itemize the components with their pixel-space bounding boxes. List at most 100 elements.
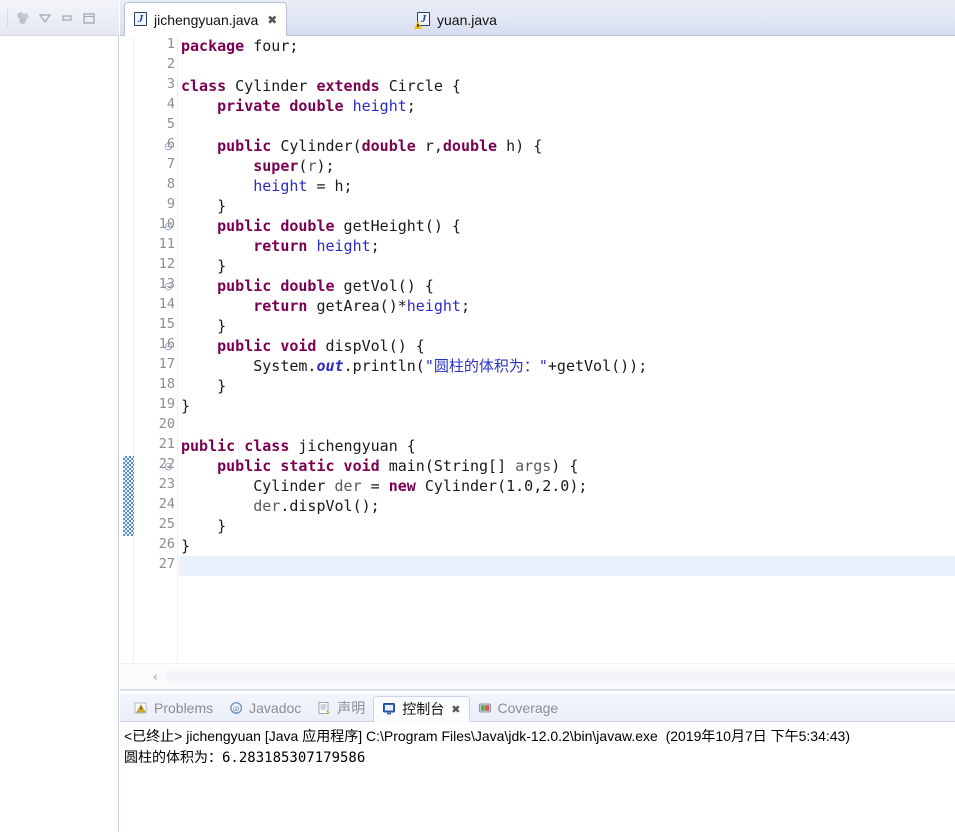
maximize-icon[interactable] (79, 8, 99, 28)
view-menu-icon[interactable] (35, 8, 55, 28)
console-tab-1[interactable]: @ Javadoc (221, 696, 309, 720)
code-line[interactable]: class Cylinder extends Circle { (179, 76, 955, 96)
code-token: Cylinder (226, 77, 317, 95)
code-line[interactable] (179, 556, 955, 576)
line-number: 21 (158, 436, 175, 452)
code-line[interactable]: } (179, 316, 955, 336)
editor-tab-yuan[interactable]: J yuan.java (408, 3, 506, 36)
fold-toggle-icon[interactable]: ⊝ (163, 276, 174, 296)
code-token: } (181, 197, 227, 215)
editor-tab-jichengyuan[interactable]: J jichengyuan.java ✖ (124, 2, 288, 37)
code-token: super (253, 157, 299, 175)
code-token: public static void (217, 457, 380, 475)
editor-sash[interactable] (120, 689, 955, 691)
eclipse-ide-window: J jichengyuan.java ✖ J yuan.java 1234567… (0, 0, 955, 832)
editor-horizontal-scrollbar[interactable]: ‹ (120, 663, 955, 690)
console-tab-label: Problems (154, 699, 214, 716)
code-token: Cylinder (181, 477, 335, 495)
code-token: ; (406, 97, 416, 115)
editor-tab-label: yuan.java (437, 11, 497, 28)
editor-tab-close-icon[interactable]: ✖ (267, 14, 277, 26)
package-explorer-tree[interactable] (0, 36, 118, 832)
code-token: out (316, 357, 344, 375)
console-tab-close-icon[interactable]: ✖ (451, 703, 460, 716)
code-line[interactable] (179, 116, 955, 136)
line-number: 2 (166, 56, 175, 72)
code-token: package (181, 37, 245, 55)
code-token: public class (181, 437, 290, 455)
coverage-icon (478, 701, 493, 715)
code-line[interactable]: System.out.println("圆柱的体积为："+getVol()); (179, 356, 955, 376)
scroll-left-arrow-icon[interactable]: ‹ (120, 664, 166, 691)
code-token: = h; (307, 177, 353, 195)
line-number: 15 (158, 316, 175, 332)
code-token: four; (244, 37, 299, 55)
console-output-area[interactable]: <已终止> jichengyuan [Java 应用程序] C:\Program… (120, 722, 955, 832)
code-line[interactable] (179, 56, 955, 76)
code-line[interactable]: } (179, 376, 955, 396)
code-token: double (442, 137, 498, 155)
code-token: private double (217, 97, 344, 115)
code-token: h) { (497, 137, 543, 155)
console-tab-2[interactable]: 声明 (309, 696, 373, 720)
code-token: der (334, 477, 362, 495)
code-line[interactable]: public double getHeight() { (179, 216, 955, 236)
line-number: 18 (158, 376, 175, 392)
code-line[interactable]: public void dispVol() { (179, 336, 955, 356)
console-tab-label: 控制台 (402, 701, 445, 717)
line-number: 19 (158, 396, 175, 412)
line-number: 9 (166, 196, 175, 212)
fold-toggle-icon[interactable]: ⊝ (163, 216, 174, 236)
code-line[interactable]: } (179, 256, 955, 276)
fold-toggle-icon[interactable]: ⊝ (163, 456, 174, 476)
code-line[interactable]: public static void main(String[] args) { (179, 456, 955, 476)
code-line[interactable]: private double height; (179, 96, 955, 116)
console-tab-3[interactable]: 控制台 ✖ (373, 695, 470, 722)
line-number: 7 (166, 156, 175, 172)
line-number: 17 (158, 356, 175, 372)
code-line[interactable]: } (179, 396, 955, 416)
code-token: ; (460, 297, 470, 315)
code-token: .println( (343, 357, 425, 375)
code-line[interactable]: public Cylinder(double r,double h) { (179, 136, 955, 156)
code-line[interactable]: } (179, 536, 955, 556)
code-token: height (316, 237, 371, 255)
code-line[interactable]: super(r); (179, 156, 955, 176)
code-line[interactable]: public class jichengyuan { (179, 436, 955, 456)
package-presentation-icon[interactable] (13, 8, 33, 28)
code-line[interactable]: } (179, 196, 955, 216)
line-number: 23 (158, 476, 175, 492)
code-line[interactable]: package four; (179, 36, 955, 56)
code-line[interactable]: return height; (179, 236, 955, 256)
console-tab-4[interactable]: Coverage (470, 696, 567, 720)
console-tabbar: Problems @ Javadoc 声明 控制台 ✖ Coverage (120, 694, 955, 722)
code-token: new (388, 477, 416, 495)
source-code-text[interactable]: package four; class Cylinder extends Cir… (179, 36, 955, 662)
code-line[interactable]: } (179, 516, 955, 536)
editor-area: J jichengyuan.java ✖ J yuan.java 1234567… (120, 0, 955, 691)
console-tab-0[interactable]: Problems (126, 696, 221, 720)
console-tab-label: Javadoc (249, 699, 302, 716)
code-line[interactable]: der.dispVol(); (179, 496, 955, 516)
code-line[interactable]: height = h; (179, 176, 955, 196)
code-line[interactable]: Cylinder der = new Cylinder(1.0,2.0); (179, 476, 955, 496)
line-number: 5 (166, 116, 175, 132)
code-token: extends (316, 77, 380, 95)
code-token: args (515, 457, 552, 475)
console-tab-label: Coverage (497, 699, 559, 716)
code-line[interactable]: public double getVol() { (179, 276, 955, 296)
code-line[interactable]: return getArea()*height; (179, 296, 955, 316)
scrollbar-track[interactable] (166, 671, 955, 683)
minimize-icon[interactable] (57, 8, 77, 28)
code-editor[interactable]: 1 2 3 4 5 6 7 8 9 10 11 12 13 14 15 16 17 18 19 20 21 22 23 24 2… (120, 36, 955, 662)
fold-toggle-icon[interactable]: ⊝ (163, 336, 174, 356)
code-line[interactable] (179, 416, 955, 436)
fold-toggle-icon[interactable]: ⊝ (163, 136, 174, 156)
java-file-warning-icon: J (414, 12, 431, 29)
code-token: } (181, 257, 227, 275)
